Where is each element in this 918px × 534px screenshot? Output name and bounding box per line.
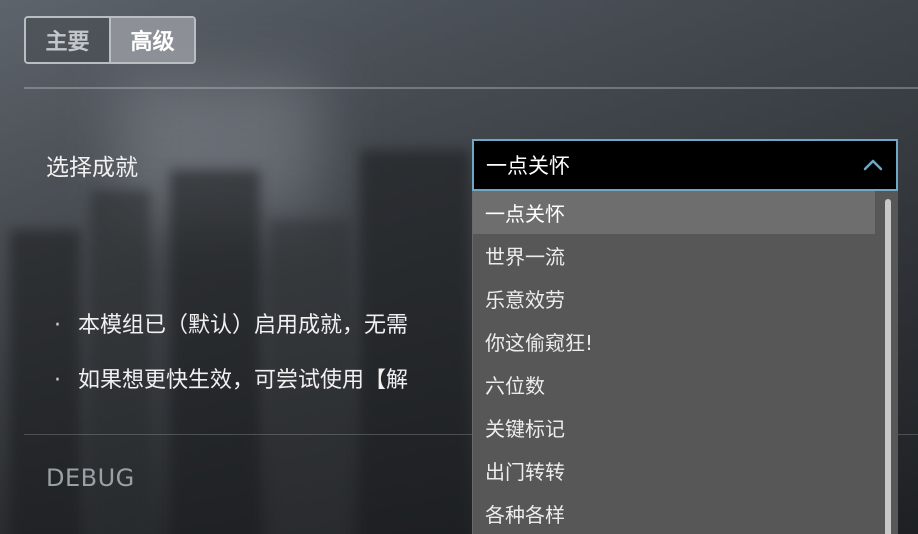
dropdown-option[interactable]: 世界一流 <box>473 234 875 277</box>
bullet-marker: · <box>54 313 61 338</box>
info-list: · 本模组已（默认）启用成就，无需 · 如果想更快生效，可尝试使用【解 <box>54 310 408 420</box>
dropdown-option[interactable]: 乐意效劳 <box>473 277 875 320</box>
dropdown-option[interactable]: 关键标记 <box>473 406 875 449</box>
tab-main[interactable]: 主要 <box>26 18 109 62</box>
info-text: 本模组已（默认）启用成就，无需 <box>78 313 409 338</box>
debug-section-title: DEBUG <box>46 464 135 492</box>
dropdown-scrollbar[interactable] <box>885 199 891 534</box>
info-item: · 本模组已（默认）启用成就，无需 <box>54 310 408 342</box>
info-item: · 如果想更快生效，可尝试使用【解 <box>54 365 408 397</box>
dropdown-option[interactable]: 一点关怀 <box>473 191 875 234</box>
settings-tabs: 主要 高级 <box>24 16 196 64</box>
chevron-up-icon[interactable] <box>862 154 884 176</box>
select-value: 一点关怀 <box>486 154 570 178</box>
select-achievement-label: 选择成就 <box>46 155 138 181</box>
bullet-marker: · <box>54 368 61 393</box>
achievement-select[interactable]: 一点关怀 <box>472 139 898 191</box>
info-text: 如果想更快生效，可尝试使用【解 <box>78 368 409 393</box>
dropdown-option[interactable]: 各种各样 <box>473 492 875 534</box>
divider <box>24 87 918 89</box>
tab-advanced[interactable]: 高级 <box>109 18 194 62</box>
dropdown-option[interactable]: 六位数 <box>473 363 875 406</box>
achievement-dropdown-list: 一点关怀 世界一流 乐意效劳 你这偷窥狂! 六位数 关键标记 出门转转 各种各样 <box>472 191 898 534</box>
dropdown-option[interactable]: 出门转转 <box>473 449 875 492</box>
dropdown-option[interactable]: 你这偷窥狂! <box>473 320 875 363</box>
